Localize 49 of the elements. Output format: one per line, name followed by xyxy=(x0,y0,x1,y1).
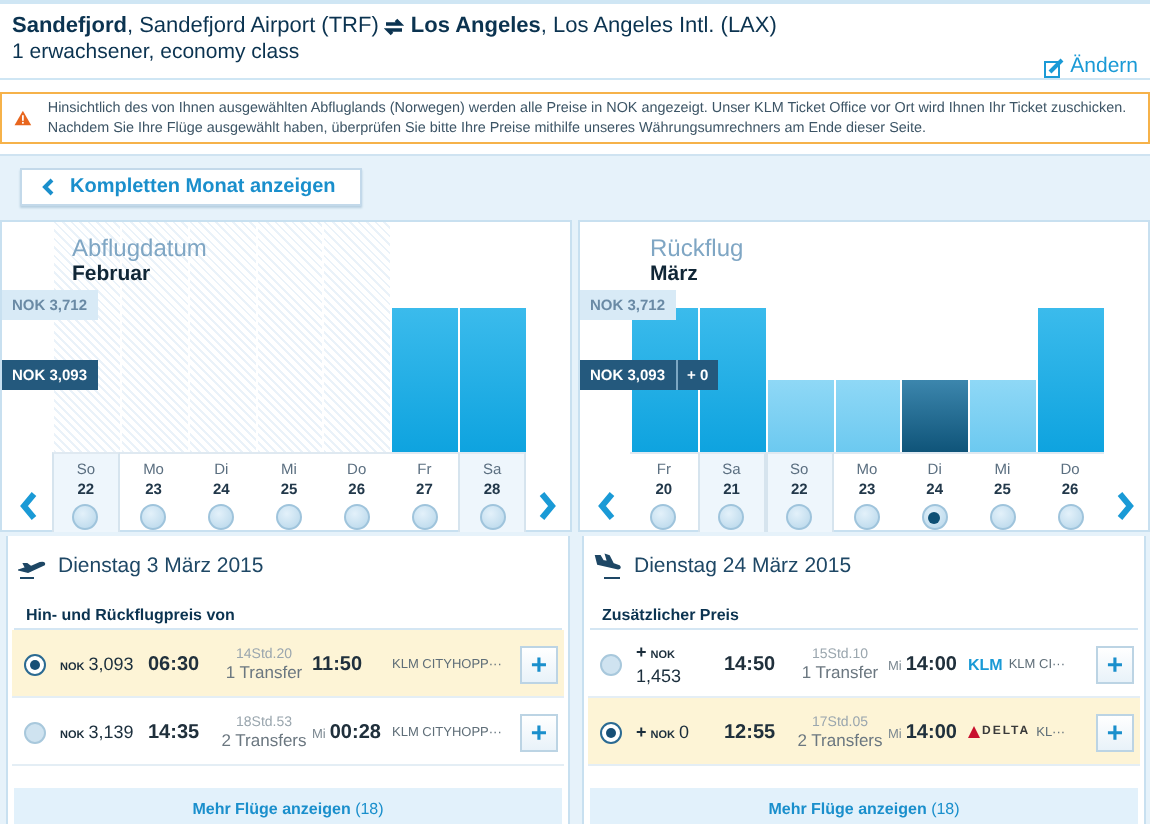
departure-time: 06:30 xyxy=(148,653,202,675)
day-radio[interactable] xyxy=(343,504,370,530)
calendar-title: Rückflug xyxy=(650,234,744,262)
arrival-time: 14:00 xyxy=(905,653,957,675)
price-bar[interactable] xyxy=(699,308,766,452)
departure-time: 12:55 xyxy=(724,721,778,743)
arrival-time: 11:50 xyxy=(312,653,363,675)
destination-airport: Los Angeles, Los Angeles Intl. (LAX) xyxy=(410,14,777,40)
landing-plane-icon xyxy=(594,552,622,580)
day-radio[interactable] xyxy=(650,504,677,530)
flight-date: Dienstag 24 März 2015 xyxy=(634,554,852,578)
origin-airport: Sandefjord, Sandefjord Airport (TRF) xyxy=(12,14,379,40)
edit-icon[interactable] xyxy=(1044,58,1065,78)
flight-radio[interactable] xyxy=(24,721,46,743)
day-radio[interactable] xyxy=(853,504,880,530)
month-label: März xyxy=(650,262,700,286)
day-radio[interactable] xyxy=(1057,504,1084,530)
arrival-time: 14:00 xyxy=(905,721,957,743)
flight-date: Dienstag 3 März 2015 xyxy=(58,554,264,578)
transfer-count: 2 Transfers xyxy=(797,729,883,749)
day-radio[interactable] xyxy=(72,504,99,530)
flight-radio[interactable] xyxy=(24,653,46,675)
price-heading: Zusätzlicher Preis xyxy=(590,606,1138,630)
departure-time: 14:35 xyxy=(148,721,202,743)
day-radio[interactable] xyxy=(921,504,948,530)
day-radio[interactable] xyxy=(411,504,438,530)
day-radio[interactable] xyxy=(208,504,235,530)
transfer-count: 2 Transfers xyxy=(221,729,307,749)
airline-logo: KLM xyxy=(968,655,1003,673)
price-bar[interactable] xyxy=(902,380,969,452)
day-radio[interactable] xyxy=(718,504,745,530)
flight-radio[interactable] xyxy=(600,653,622,675)
departure-time: 14:50 xyxy=(724,653,778,675)
day-radio[interactable] xyxy=(989,504,1016,530)
arrival-time: 00:28 xyxy=(329,721,381,743)
day-radio[interactable] xyxy=(786,504,813,530)
passenger-summary: 1 erwachsener, economy class xyxy=(12,40,302,66)
flight-radio[interactable] xyxy=(600,721,622,743)
full-month-button[interactable]: Kompletten Monat anzeigen xyxy=(20,168,362,206)
day-radio[interactable] xyxy=(275,504,302,530)
transfer-count: 1 Transfer xyxy=(225,661,303,681)
month-label: Februar xyxy=(72,262,153,286)
transfer-count: 1 Transfer xyxy=(801,661,879,681)
calendar-title: Abflugdatum xyxy=(72,234,207,262)
day-radio[interactable] xyxy=(479,504,506,530)
day-radio[interactable] xyxy=(140,504,167,530)
chevron-icon xyxy=(42,178,54,196)
price-bar[interactable] xyxy=(835,380,901,452)
round-trip-icon xyxy=(384,18,405,36)
